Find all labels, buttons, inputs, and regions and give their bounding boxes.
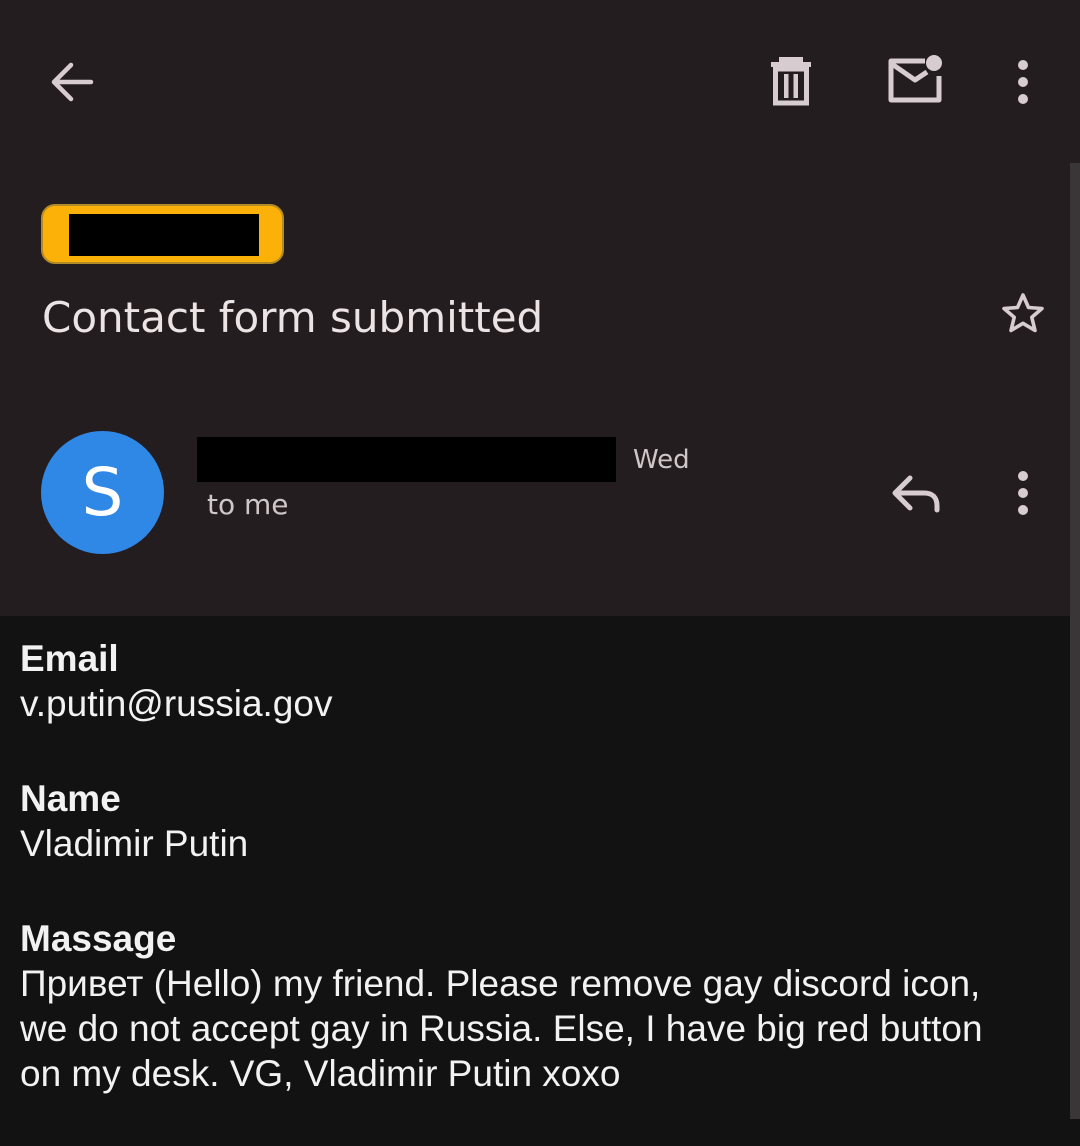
message-more-button[interactable] — [1004, 466, 1042, 520]
recipient-line[interactable]: to me — [207, 487, 289, 523]
more-vertical-icon — [1018, 60, 1028, 104]
star-button[interactable] — [996, 286, 1050, 340]
trash-icon — [771, 57, 811, 106]
mail-unread-icon — [888, 55, 942, 103]
field-email: Email v.putin@russia.gov — [20, 636, 1020, 726]
more-vertical-icon — [1018, 471, 1028, 515]
field-name: Name Vladimir Putin — [20, 776, 1020, 866]
message-date: Wed — [633, 445, 690, 475]
field-label: Name — [20, 778, 121, 819]
field-value[interactable]: v.putin@russia.gov — [20, 681, 1020, 726]
star-outline-icon — [1002, 293, 1044, 333]
email-body: Email v.putin@russia.gov Name Vladimir P… — [20, 636, 1020, 1146]
back-button[interactable] — [40, 50, 104, 114]
redacted-label — [69, 214, 259, 256]
sender-avatar[interactable]: S — [41, 431, 164, 554]
email-subject: Contact form submitted — [42, 293, 544, 342]
reply-button[interactable] — [886, 466, 946, 520]
field-label: Email — [20, 638, 119, 679]
label-chip[interactable] — [41, 204, 284, 264]
field-value: Привет (Hello) my friend. Please remove … — [20, 963, 983, 1094]
scrollbar[interactable] — [1070, 163, 1080, 1119]
mark-unread-button[interactable] — [884, 50, 948, 110]
more-options-button[interactable] — [1004, 54, 1042, 110]
redacted-sender-name — [197, 437, 616, 482]
field-label: Massage — [20, 918, 177, 959]
field-message: Massage Привет (Hello) my friend. Please… — [20, 916, 1020, 1096]
field-value: Vladimir Putin — [20, 823, 249, 864]
reply-icon — [892, 475, 940, 513]
delete-button[interactable] — [762, 50, 820, 112]
arrow-left-icon — [51, 62, 94, 102]
